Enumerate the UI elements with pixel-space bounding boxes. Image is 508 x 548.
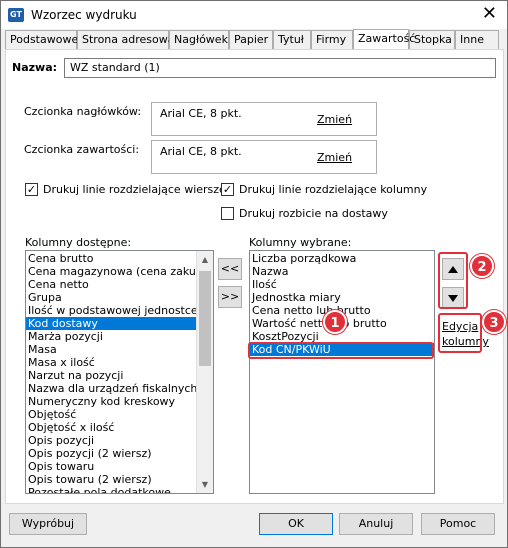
edit-columns-link-line1[interactable]: Edycja <box>442 320 478 333</box>
tab-stopka[interactable]: Stopka <box>409 30 455 50</box>
list-item[interactable]: Cena netto <box>26 278 196 291</box>
selected-columns-label: Kolumny wybrane: <box>249 236 352 249</box>
delivery-split-label: Drukuj rozbicie na dostawy <box>239 207 388 220</box>
list-item-selected[interactable]: Kod dostawy <box>26 317 196 330</box>
column-lines-checkbox[interactable]: ✓ Drukuj linie rozdzielające kolumny <box>221 183 427 196</box>
triangle-up-icon <box>448 265 458 273</box>
header-font-value: Arial CE, 8 pkt. <box>160 107 242 120</box>
callout-badge-1: 1 <box>323 310 347 334</box>
list-item[interactable]: Cena magazynowa (cena zakupu) <box>26 265 196 278</box>
header-font-label: Czcionka nagłówków: <box>24 105 142 118</box>
list-item[interactable]: Ilość w podstawowej jednostce miary <box>26 304 196 317</box>
delivery-split-checkbox[interactable]: Drukuj rozbicie na dostawy <box>221 207 388 220</box>
tab-inne[interactable]: Inne <box>455 30 499 50</box>
available-columns-list[interactable]: Cena brutto Cena magazynowa (cena zakupu… <box>25 250 214 494</box>
move-up-button[interactable] <box>442 258 464 280</box>
column-lines-label: Drukuj linie rozdzielające kolumny <box>239 183 428 196</box>
app-icon: GT <box>8 8 24 22</box>
selected-columns-list[interactable]: Liczba porządkowa Nazwa Ilość Jednostka … <box>249 250 435 494</box>
list-item[interactable]: Opis towaru (2 wiersz) <box>26 473 196 486</box>
tab-papier[interactable]: Papier <box>229 30 273 50</box>
available-columns-label: Kolumny dostępne: <box>25 236 132 249</box>
list-item-selected[interactable]: Kod CN/PKWiU <box>250 343 434 356</box>
list-item[interactable]: Masa x ilość <box>26 356 196 369</box>
scroll-thumb[interactable] <box>199 271 211 366</box>
list-item[interactable]: Opis pozycji <box>26 434 196 447</box>
header-font-change-link[interactable]: Zmień <box>317 113 352 126</box>
checkmark-icon: ✓ <box>221 183 234 196</box>
list-item[interactable]: Nazwa <box>250 265 434 278</box>
content-font-value: Arial CE, 8 pkt. <box>160 145 242 158</box>
checkmark-icon: ✓ <box>25 183 38 196</box>
preview-button[interactable]: Wypróbuj <box>9 513 87 535</box>
callout-badge-3: 3 <box>482 310 506 334</box>
checkbox-box <box>221 207 234 220</box>
tab-naglowek[interactable]: Nagłówek <box>169 30 229 50</box>
cancel-button[interactable]: Anuluj <box>339 513 413 535</box>
triangle-down-icon <box>448 294 458 302</box>
move-down-button[interactable] <box>442 287 464 309</box>
help-button[interactable]: Pomoc <box>421 513 495 535</box>
callout-badge-2: 2 <box>470 254 494 278</box>
list-item[interactable]: Narzut na pozycji <box>26 369 196 382</box>
close-icon[interactable]: ✕ <box>482 4 497 24</box>
tab-panel: Nazwa: WZ standard (1) Czcionka nagłówkó… <box>5 49 506 504</box>
window-title: Wzorzec wydruku <box>31 8 137 22</box>
content-font-label: Czcionka zawartości: <box>24 143 140 156</box>
ok-button[interactable]: OK <box>259 513 333 535</box>
list-item[interactable]: Ilość <box>250 278 434 291</box>
list-item[interactable]: Opis towaru <box>26 460 196 473</box>
content-font-change-link[interactable]: Zmień <box>317 151 352 164</box>
dialog-footer: Wypróbuj OK Anuluj Pomoc <box>1 505 507 547</box>
name-label: Nazwa: <box>12 61 58 74</box>
edit-columns-link-line2[interactable]: kolumny <box>442 335 489 348</box>
title-bar: GT Wzorzec wydruku ✕ <box>1 1 507 29</box>
dialog-window: GT Wzorzec wydruku ✕ Podstawowe Strona a… <box>0 0 508 548</box>
row-lines-label: Drukuj linie rozdzielające wiersze <box>43 183 226 196</box>
list-item[interactable]: KosztPozycji <box>250 330 434 343</box>
available-list-scrollbar[interactable]: ▲ ▼ <box>196 251 213 493</box>
tab-strip: Podstawowe Strona adresowa Nagłówek Papi… <box>5 29 505 51</box>
scroll-up-icon[interactable]: ▲ <box>197 251 213 268</box>
list-item[interactable]: Numeryczny kod kreskowy <box>26 395 196 408</box>
row-lines-checkbox[interactable]: ✓ Drukuj linie rozdzielające wiersze <box>25 183 226 196</box>
list-item[interactable]: Nazwa dla urządzeń fiskalnych <box>26 382 196 395</box>
tab-strona-adresowa[interactable]: Strona adresowa <box>77 30 175 50</box>
list-item[interactable]: Grupa <box>26 291 196 304</box>
tab-podstawowe[interactable]: Podstawowe <box>5 30 78 50</box>
add-column-button[interactable]: >> <box>218 286 242 308</box>
list-item[interactable]: Marża pozycji <box>26 330 196 343</box>
tab-tytul[interactable]: Tytuł <box>273 30 311 50</box>
remove-column-button[interactable]: << <box>218 258 242 280</box>
tab-zawartosc[interactable]: Zawartość <box>353 29 415 51</box>
list-item[interactable]: Masa <box>26 343 196 356</box>
list-item[interactable]: Jednostka miary <box>250 291 434 304</box>
list-item[interactable]: Opis pozycji (2 wiersz) <box>26 447 196 460</box>
list-item[interactable]: Objętość x ilość <box>26 421 196 434</box>
tab-firmy[interactable]: Firmy <box>311 30 353 50</box>
list-item[interactable]: Objętość <box>26 408 196 421</box>
name-field[interactable]: WZ standard (1) <box>64 58 496 78</box>
list-item[interactable]: Cena brutto <box>26 252 196 265</box>
scroll-down-icon[interactable]: ▼ <box>197 476 213 493</box>
list-item[interactable]: Pozostałe pola dodatkowe <box>26 486 196 493</box>
list-item[interactable]: Liczba porządkowa <box>250 252 434 265</box>
